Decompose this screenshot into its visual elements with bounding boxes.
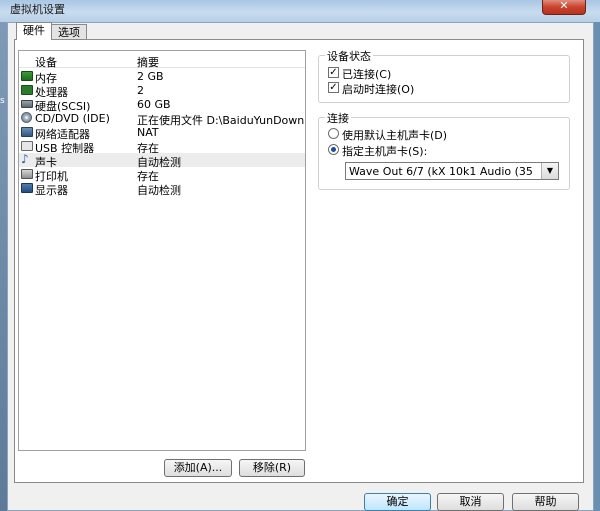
title-bar[interactable]: 虚拟机设置 ✕ — [0, 0, 600, 22]
connected-label[interactable]: 已连接(C) — [342, 66, 391, 82]
background-window-edge: s — [0, 22, 7, 511]
background-window-text: s — [0, 96, 5, 106]
hard-disk-icon — [21, 100, 33, 108]
device-summary: 2 — [137, 84, 144, 97]
device-list[interactable]: 设备 摘要 内存 2 GB 处理器 2 硬盘(SCSI) 60 GB CD/DV… — [18, 50, 306, 451]
close-icon: ✕ — [559, 0, 569, 12]
specify-sound-card-radio[interactable] — [328, 144, 339, 155]
cd-dvd-icon — [21, 112, 32, 123]
specify-sound-card-label[interactable]: 指定主机声卡(S): — [342, 143, 427, 159]
device-row-network-adapter[interactable]: 网络适配器 NAT — [19, 125, 305, 141]
remove-device-button[interactable]: 移除(R) — [239, 459, 305, 477]
network-adapter-icon — [21, 127, 33, 137]
device-row-cd-dvd[interactable]: CD/DVD (IDE) 正在使用文件 D:\BaiduYunDownloa..… — [19, 111, 305, 127]
device-row-processor[interactable]: 处理器 2 — [19, 83, 305, 99]
device-row-usb-controller[interactable]: USB 控制器 存在 — [19, 139, 305, 155]
display-icon — [21, 183, 33, 193]
device-row-memory[interactable]: 内存 2 GB — [19, 69, 305, 85]
device-list-header: 设备 摘要 — [19, 51, 305, 70]
connection-title: 连接 — [325, 110, 351, 126]
processor-icon — [21, 85, 33, 95]
use-default-sound-card-radio[interactable] — [328, 128, 339, 139]
device-summary: 60 GB — [137, 98, 171, 111]
ok-button[interactable]: 确定 — [364, 493, 431, 511]
tab-options[interactable]: 选项 — [51, 24, 87, 40]
usb-icon — [21, 141, 33, 151]
device-name: 显示器 — [35, 184, 68, 197]
use-default-sound-card-label[interactable]: 使用默认主机声卡(D) — [342, 127, 447, 143]
device-summary: NAT — [137, 126, 159, 139]
column-header-device[interactable]: 设备 — [35, 54, 57, 70]
device-name: CD/DVD (IDE) — [35, 112, 110, 125]
device-summary: 2 GB — [137, 70, 164, 83]
device-status-title: 设备状态 — [325, 48, 373, 64]
device-row-hard-disk[interactable]: 硬盘(SCSI) 60 GB — [19, 97, 305, 113]
device-row-display[interactable]: 显示器 自动检测 — [19, 181, 305, 197]
chevron-down-icon[interactable]: ▼ — [541, 163, 558, 179]
printer-icon — [21, 169, 33, 179]
cancel-button[interactable]: 取消 — [437, 493, 504, 511]
tab-hardware[interactable]: 硬件 — [16, 22, 52, 40]
connect-at-power-on-label[interactable]: 启动时连接(O) — [342, 81, 414, 97]
device-row-printer[interactable]: 打印机 存在 — [19, 167, 305, 183]
device-summary: 自动检测 — [137, 184, 181, 197]
host-sound-card-value: Wave Out 6/7 (kX 10k1 Audio (35 — [349, 165, 533, 178]
sound-card-icon: ♪ — [21, 152, 29, 166]
host-sound-card-select[interactable]: Wave Out 6/7 (kX 10k1 Audio (35 ▼ — [345, 162, 559, 180]
column-header-summary[interactable]: 摘要 — [137, 54, 159, 70]
connected-checkbox[interactable]: ✓ — [328, 67, 339, 78]
connect-at-power-on-checkbox[interactable]: ✓ — [328, 82, 339, 93]
memory-icon — [21, 71, 33, 81]
tab-strip: 硬件 选项 — [16, 22, 87, 40]
close-button[interactable]: ✕ — [542, 0, 586, 15]
check-icon: ✓ — [329, 82, 338, 93]
check-icon: ✓ — [329, 67, 338, 78]
device-row-sound-card[interactable]: ♪ 声卡 自动检测 — [19, 152, 305, 169]
window-title: 虚拟机设置 — [10, 3, 65, 16]
help-button[interactable]: 帮助 — [512, 493, 579, 511]
add-device-button[interactable]: 添加(A)... — [164, 459, 232, 477]
